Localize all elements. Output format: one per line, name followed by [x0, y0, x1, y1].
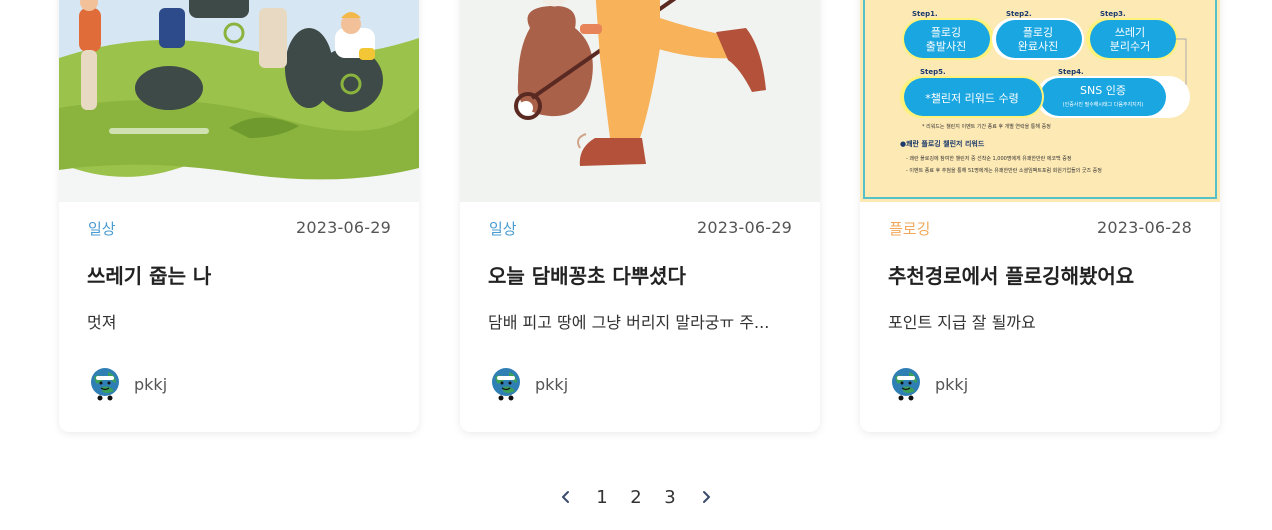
- svg-text:*챌린저 리워드 수령: *챌린저 리워드 수령: [925, 92, 1018, 105]
- post-meta: 일상 2023-06-29: [489, 218, 792, 238]
- svg-text:* 리워드는 챌린지 이벤트 기간 종료 후 개별 연락을: * 리워드는 챌린지 이벤트 기간 종료 후 개별 연락을 통해 증정: [922, 123, 1051, 130]
- avatar: [892, 368, 920, 401]
- pagination: 1 2 3: [0, 484, 1272, 510]
- post-card[interactable]: Step1. 플로깅 출발사진 Step2. 플로깅 완료사진 Step3. 쓰…: [860, 0, 1220, 432]
- post-date: 2023-06-29: [697, 218, 792, 237]
- step-label: Step1.: [912, 10, 938, 18]
- svg-text:분리수거: 분리수거: [1110, 40, 1150, 53]
- people-picking-trash-illustration: [59, 0, 419, 202]
- post-title[interactable]: 오늘 담배꽁초 다뿌셨다: [488, 260, 796, 289]
- avatar: [91, 368, 119, 401]
- chevron-left-icon: [562, 491, 569, 503]
- trash-picker-illustration: [460, 0, 820, 202]
- svg-text:- 이벤트 종료 후 추첨을 통해 51명에게는 유쾌한반란: - 이벤트 종료 후 추첨을 통해 51명에게는 유쾌한반란 소셜임팩트포럼 회…: [906, 167, 1102, 174]
- post-card[interactable]: 일상 2023-06-29 오늘 담배꽁초 다뿌셨다 담배 피고 땅에 그냥 버…: [460, 0, 820, 432]
- post-thumbnail: [460, 0, 820, 202]
- svg-text:- 쾌란 플로깅에 참여한 챌린저 중 선착순 1,000명: - 쾌란 플로깅에 참여한 챌린저 중 선착순 1,000명에게 유쾌한반란 에…: [906, 155, 1071, 162]
- page-number-button[interactable]: 2: [619, 484, 653, 510]
- svg-text:Step4.: Step4.: [1058, 68, 1084, 76]
- svg-text:(인증사진 필수해시태그 다음주지지지): (인증사진 필수해시태그 다음주지지지): [1063, 101, 1144, 108]
- svg-text:완료사진: 완료사진: [1018, 40, 1058, 53]
- svg-text:Step5.: Step5.: [920, 68, 946, 76]
- post-author[interactable]: pkkj: [489, 366, 568, 402]
- post-list-page: 일상 2023-06-29 쓰레기 줍는 나 멋져 pkkj 일상 2023-0…: [0, 0, 1272, 530]
- post-date: 2023-06-28: [1097, 218, 1192, 237]
- post-category[interactable]: 일상: [88, 218, 116, 239]
- post-description: 멋져: [87, 313, 117, 332]
- post-description: 담배 피고 땅에 그냥 버리지 말라궁ㅠ 주...: [488, 313, 770, 332]
- next-page-button[interactable]: [693, 484, 719, 510]
- post-title[interactable]: 추천경로에서 플로깅해봤어요: [888, 260, 1196, 289]
- author-name: pkkj: [134, 374, 168, 394]
- post-date: 2023-06-29: [296, 218, 391, 237]
- post-thumbnail: [59, 0, 419, 202]
- page-number-button[interactable]: 3: [653, 484, 687, 510]
- svg-text:Step2.: Step2.: [1006, 10, 1032, 18]
- prev-page-button[interactable]: [553, 484, 579, 510]
- avatar: [492, 368, 520, 401]
- svg-text:플로깅: 플로깅: [1023, 26, 1053, 39]
- post-author[interactable]: pkkj: [88, 366, 167, 402]
- post-author[interactable]: pkkj: [889, 366, 968, 402]
- plogging-challenge-poster: Step1. 플로깅 출발사진 Step2. 플로깅 완료사진 Step3. 쓰…: [860, 0, 1220, 202]
- svg-text:●쾌란 플로깅 챌린저 리워드: ●쾌란 플로깅 챌린저 리워드: [900, 139, 985, 148]
- svg-text:쓰레기: 쓰레기: [1115, 26, 1145, 39]
- post-card[interactable]: 일상 2023-06-29 쓰레기 줍는 나 멋져 pkkj: [59, 0, 419, 432]
- author-name: pkkj: [535, 374, 569, 394]
- author-name: pkkj: [935, 374, 969, 394]
- post-category[interactable]: 일상: [489, 218, 517, 239]
- svg-text:플로깅: 플로깅: [931, 26, 961, 39]
- post-meta: 일상 2023-06-29: [88, 218, 391, 238]
- svg-text:Step3.: Step3.: [1100, 10, 1126, 18]
- chevron-right-icon: [703, 491, 710, 503]
- post-description: 포인트 지급 잘 될까요: [888, 313, 1036, 332]
- post-meta: 플로깅 2023-06-28: [889, 218, 1192, 238]
- post-category[interactable]: 플로깅: [889, 218, 930, 239]
- page-number-button[interactable]: 1: [585, 484, 619, 510]
- svg-text:출발사진: 출발사진: [926, 40, 966, 53]
- svg-text:SNS 인증: SNS 인증: [1080, 84, 1126, 97]
- post-thumbnail: Step1. 플로깅 출발사진 Step2. 플로깅 완료사진 Step3. 쓰…: [860, 0, 1220, 202]
- post-title[interactable]: 쓰레기 줍는 나: [87, 260, 395, 289]
